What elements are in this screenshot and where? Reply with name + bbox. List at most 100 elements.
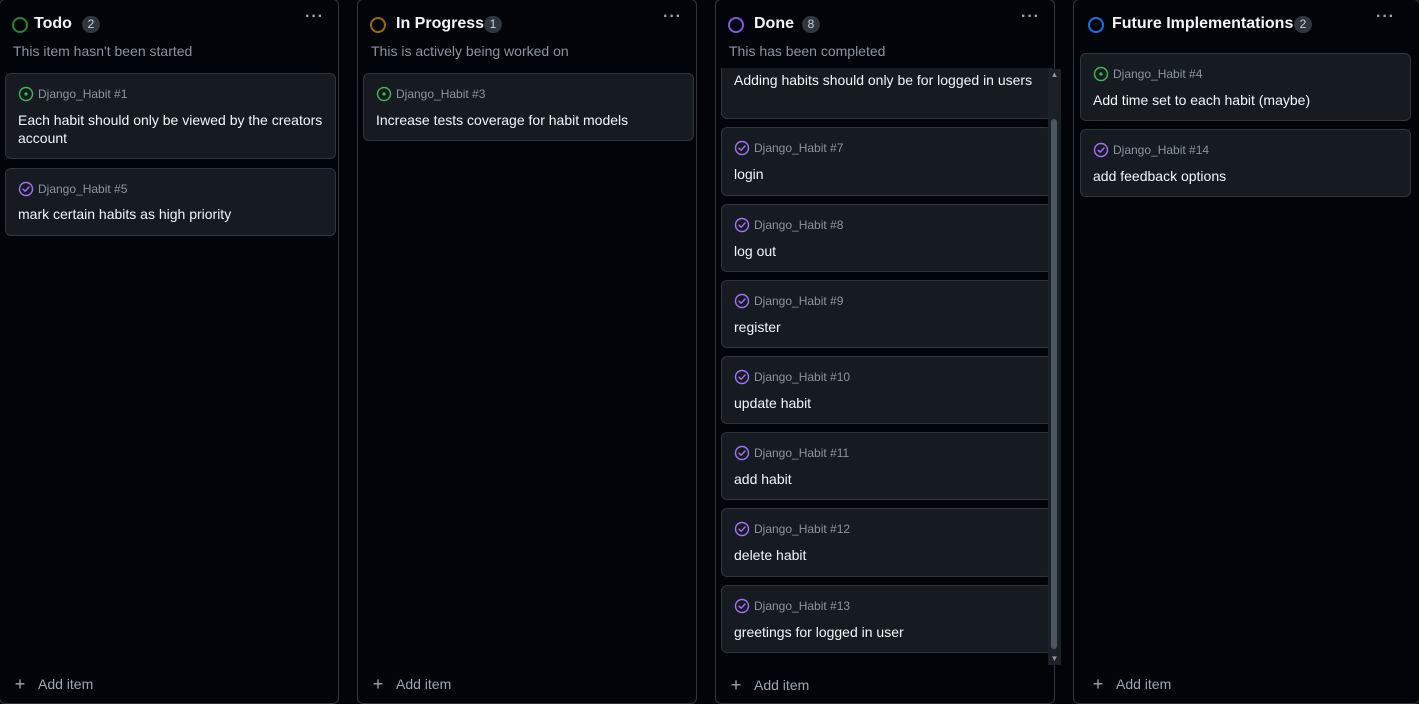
- card-meta: Django_Habit #9: [734, 293, 843, 309]
- column-title: In Progress: [396, 15, 485, 32]
- issue-closed-icon: [734, 217, 750, 233]
- card[interactable]: Django_Habit #8 log out: [721, 204, 1052, 272]
- card-list[interactable]: Adding habits should only be for logged …: [716, 68, 1054, 664]
- issue-closed-icon: [734, 293, 750, 309]
- issue-open-icon: [18, 86, 34, 102]
- card-title[interactable]: Increase tests coverage for habit models: [376, 111, 681, 129]
- card-title[interactable]: log out: [734, 242, 1039, 260]
- card-meta: Django_Habit #3: [376, 86, 485, 102]
- card-title[interactable]: mark certain habits as high priority: [18, 205, 323, 223]
- plus-icon: +: [730, 675, 742, 695]
- issue-reference[interactable]: Django_Habit #10: [754, 370, 850, 384]
- column-title: Done: [754, 15, 794, 32]
- issue-reference[interactable]: Django_Habit #3: [396, 87, 485, 101]
- card-title[interactable]: greetings for logged in user: [734, 623, 1039, 641]
- scrollbar[interactable]: ▲ ▼: [1048, 69, 1061, 665]
- count-badge: 1: [484, 16, 502, 33]
- circle-icon: [1088, 17, 1104, 33]
- issue-closed-icon: [734, 445, 750, 461]
- card-meta: Django_Habit #4: [1093, 66, 1202, 82]
- add-item-label: Add item: [38, 676, 94, 692]
- circle-icon: [12, 17, 28, 33]
- add-item-label: Add item: [754, 677, 810, 693]
- project-board: Todo 2 ··· This item hasn't been started…: [0, 0, 1419, 704]
- card-title[interactable]: Add time set to each habit (maybe): [1093, 91, 1398, 109]
- issue-closed-icon: [18, 181, 34, 197]
- column-description: This has been completed: [729, 43, 886, 59]
- card-title[interactable]: delete habit: [734, 546, 1039, 564]
- card[interactable]: Django_Habit #4 Add time set to each hab…: [1080, 53, 1411, 121]
- card-meta: Django_Habit #10: [734, 369, 850, 385]
- card-title[interactable]: register: [734, 318, 1039, 336]
- card[interactable]: Django_Habit #11 add habit: [721, 432, 1052, 500]
- circle-icon: [728, 17, 744, 33]
- card-title[interactable]: add habit: [734, 470, 1039, 488]
- card-meta: Django_Habit #8: [734, 217, 843, 233]
- plus-icon: +: [1092, 674, 1104, 694]
- column-title: Todo: [34, 15, 72, 32]
- card-title[interactable]: update habit: [734, 394, 1039, 412]
- plus-icon: +: [372, 674, 384, 694]
- issue-reference[interactable]: Django_Habit #7: [754, 141, 843, 155]
- card-title[interactable]: Each habit should only be viewed by the …: [18, 111, 323, 147]
- add-item-button[interactable]: + Add item: [12, 674, 94, 694]
- card[interactable]: Django_Habit #1 Each habit should only b…: [5, 73, 336, 159]
- issue-open-icon: [376, 86, 392, 102]
- issue-reference[interactable]: Django_Habit #8: [754, 218, 843, 232]
- card[interactable]: Django_Habit #10 update habit: [721, 356, 1052, 424]
- add-item-button[interactable]: + Add item: [370, 674, 452, 694]
- scrollbar-thumb[interactable]: [1051, 119, 1057, 649]
- more-options-icon[interactable]: ···: [305, 8, 324, 26]
- issue-closed-icon: [734, 369, 750, 385]
- card[interactable]: Django_Habit #12 delete habit: [721, 508, 1052, 577]
- column-future-implementations: Future Implementations 2 ··· Django_Habi…: [1073, 0, 1419, 704]
- issue-reference[interactable]: Django_Habit #4: [1113, 67, 1202, 81]
- card[interactable]: Django_Habit #5 mark certain habits as h…: [5, 168, 336, 236]
- add-item-label: Add item: [1116, 676, 1172, 692]
- issue-reference[interactable]: Django_Habit #1: [38, 87, 127, 101]
- card-meta: Django_Habit #5: [18, 181, 127, 197]
- card[interactable]: Django_Habit #7 login: [721, 127, 1052, 196]
- column-description: This is actively being worked on: [371, 43, 569, 59]
- issue-reference[interactable]: Django_Habit #9: [754, 294, 843, 308]
- issue-reference[interactable]: Django_Habit #11: [754, 446, 849, 460]
- issue-closed-icon: [734, 521, 750, 537]
- card-meta: Django_Habit #14: [1093, 142, 1209, 158]
- issue-reference[interactable]: Django_Habit #5: [38, 182, 127, 196]
- issue-reference[interactable]: Django_Habit #12: [754, 522, 850, 536]
- card-title[interactable]: add feedback options: [1093, 167, 1398, 185]
- issue-open-icon: [1093, 66, 1109, 82]
- card[interactable]: Django_Habit #3 Increase tests coverage …: [363, 73, 694, 141]
- column-title: Future Implementations: [1112, 15, 1294, 32]
- count-badge: 8: [802, 16, 820, 33]
- more-options-icon[interactable]: ···: [1376, 8, 1395, 26]
- card-meta: Django_Habit #12: [734, 521, 850, 537]
- plus-icon: +: [14, 674, 26, 694]
- column-header: Todo 2 ··· This item hasn't been started: [0, 0, 338, 68]
- column-in-progress: In Progress 1 ··· This is actively being…: [357, 0, 697, 704]
- issue-closed-icon: [734, 140, 750, 156]
- add-item-button[interactable]: + Add item: [1090, 674, 1172, 694]
- column-description: This item hasn't been started: [13, 43, 193, 59]
- more-options-icon[interactable]: ···: [663, 8, 682, 26]
- count-badge: 2: [1294, 16, 1312, 33]
- card-title[interactable]: login: [734, 165, 1039, 183]
- card[interactable]: Django_Habit #9 register: [721, 280, 1052, 348]
- card-meta: Django_Habit #13: [734, 598, 850, 614]
- card[interactable]: Django_Habit #14 add feedback options: [1080, 129, 1411, 197]
- card[interactable]: Adding habits should only be for logged …: [721, 68, 1052, 119]
- scroll-up-icon[interactable]: ▲: [1048, 70, 1061, 80]
- issue-reference[interactable]: Django_Habit #13: [754, 599, 850, 613]
- issue-reference[interactable]: Django_Habit #14: [1113, 143, 1209, 157]
- card[interactable]: Django_Habit #13 greetings for logged in…: [721, 585, 1052, 653]
- circle-icon: [370, 17, 386, 33]
- issue-closed-icon: [734, 598, 750, 614]
- card-title[interactable]: Adding habits should only be for logged …: [734, 71, 1039, 89]
- more-options-icon[interactable]: ···: [1021, 8, 1040, 26]
- card-meta: Django_Habit #11: [734, 445, 849, 461]
- add-item-label: Add item: [396, 676, 452, 692]
- card-meta: Django_Habit #1: [18, 86, 127, 102]
- scroll-down-icon[interactable]: ▼: [1048, 654, 1061, 664]
- issue-closed-icon: [1093, 142, 1109, 158]
- add-item-button[interactable]: + Add item: [728, 675, 810, 695]
